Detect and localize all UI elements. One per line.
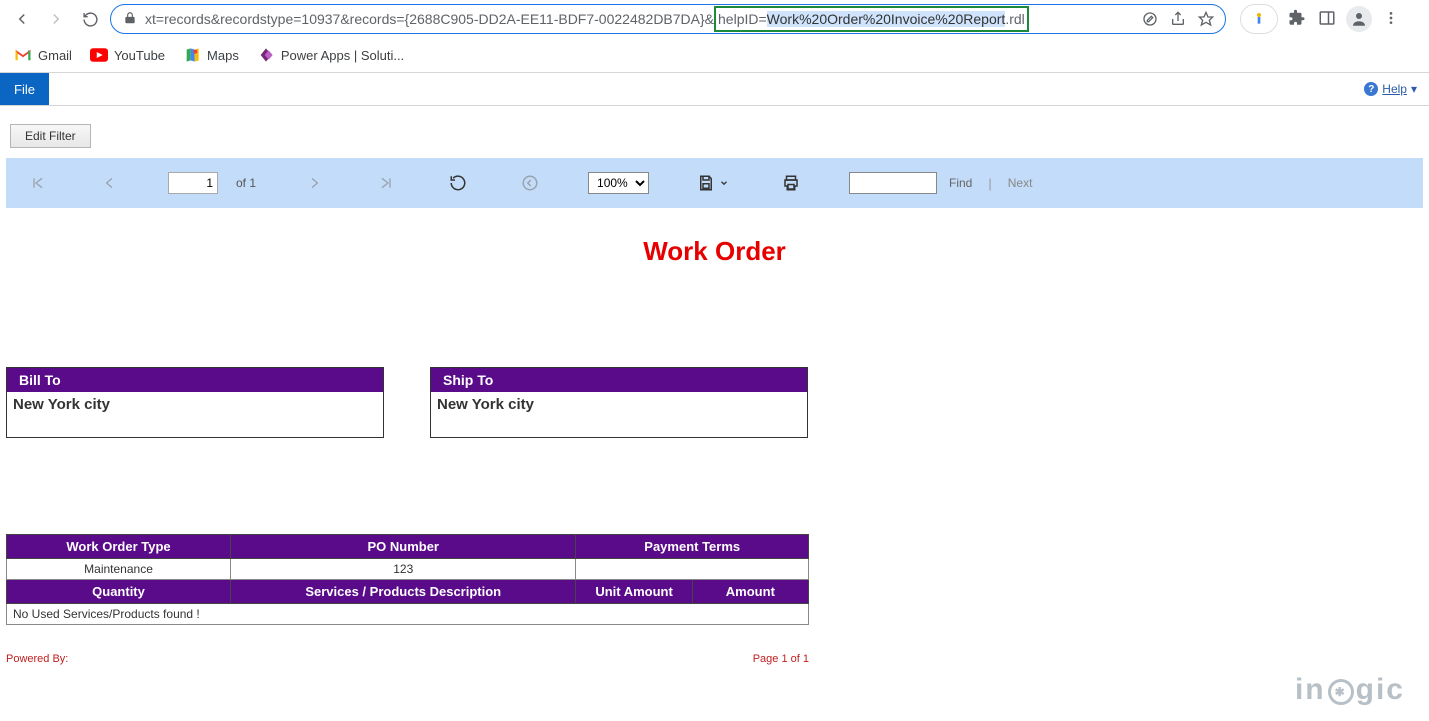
help-label: Help: [1382, 82, 1407, 96]
find-input[interactable]: [849, 172, 937, 194]
ship-to-value: New York city: [431, 392, 807, 437]
chevron-down-icon: ▾: [1411, 82, 1417, 96]
col-ponum: PO Number: [231, 535, 576, 559]
url-selected-text: Work%20Order%20Invoice%20Report: [767, 11, 1006, 27]
col-amount: Amount: [692, 580, 808, 604]
page-number-input[interactable]: [168, 172, 218, 194]
bookmark-gmail[interactable]: Gmail: [14, 46, 72, 64]
back-button[interactable]: [8, 5, 36, 33]
page-info-label: Page 1 of 1: [753, 653, 809, 665]
bookmark-youtube[interactable]: YouTube: [90, 46, 165, 64]
powerapps-icon: [257, 46, 275, 64]
ship-to-box: Ship To New York city: [430, 367, 808, 438]
page-of-label: of 1: [236, 176, 256, 190]
first-page-button[interactable]: [24, 169, 52, 197]
col-desc: Services / Products Description: [231, 580, 576, 604]
logo-text-post: gic: [1356, 673, 1405, 707]
no-items-cell: No Used Services/Products found !: [7, 604, 809, 625]
cell-ponum: 123: [231, 559, 576, 580]
back-to-parent-button[interactable]: [516, 169, 544, 197]
browser-right-controls: [1240, 4, 1402, 34]
save-export-button[interactable]: [693, 169, 733, 197]
col-terms: Payment Terms: [576, 535, 809, 559]
bookmark-maps[interactable]: Maps: [183, 46, 239, 64]
url-highlight-box: helpID= Work%20Order%20Invoice%20Report …: [714, 6, 1029, 32]
bill-to-header: Bill To: [7, 368, 383, 392]
find-divider: |: [988, 176, 991, 191]
help-icon: ?: [1364, 82, 1378, 96]
inogic-watermark: in ✱ gic: [1295, 673, 1405, 707]
powered-by-label: Powered By:: [6, 653, 68, 665]
logo-text-pre: in: [1295, 673, 1326, 707]
help-menu[interactable]: ? Help ▾: [1352, 73, 1429, 105]
extension-pill[interactable]: [1240, 4, 1278, 34]
share-icon[interactable]: [1169, 10, 1187, 28]
url-text: xt=records&recordstype=10937&records={26…: [145, 6, 1135, 32]
table-row: Maintenance 123: [7, 559, 809, 580]
col-qty: Quantity: [7, 580, 231, 604]
find-button[interactable]: Find: [949, 176, 972, 190]
browser-toolbar: xt=records&recordstype=10937&records={26…: [0, 0, 1429, 38]
omnibox-actions: [1135, 10, 1215, 28]
edit-filter-button[interactable]: Edit Filter: [10, 124, 91, 148]
url-suffix: .rdl: [1005, 11, 1024, 27]
filter-area: Edit Filter: [0, 106, 1429, 158]
bookmark-label: Maps: [207, 48, 239, 63]
bookmark-powerapps[interactable]: Power Apps | Soluti...: [257, 46, 404, 64]
bill-to-box: Bill To New York city: [6, 367, 384, 438]
url-prefix: xt=records&recordstype=10937&records={26…: [145, 11, 714, 27]
gmail-icon: [14, 46, 32, 64]
bookmarks-bar: Gmail YouTube Maps Power Apps | Soluti..…: [0, 38, 1429, 72]
table-row-noitems: No Used Services/Products found !: [7, 604, 809, 625]
lock-icon: [123, 11, 137, 28]
youtube-icon: [90, 46, 108, 64]
logo-o-icon: ✱: [1328, 679, 1354, 705]
work-order-table: Work Order Type PO Number Payment Terms …: [6, 534, 809, 625]
bookmark-label: Power Apps | Soluti...: [281, 48, 404, 63]
find-next-button[interactable]: Next: [1008, 176, 1033, 190]
cell-wotype: Maintenance: [7, 559, 231, 580]
address-bar[interactable]: xt=records&recordstype=10937&records={26…: [110, 4, 1226, 34]
bookmark-label: Gmail: [38, 48, 72, 63]
report-title: Work Order: [6, 236, 1423, 267]
refresh-button[interactable]: [444, 169, 472, 197]
print-button[interactable]: [777, 169, 805, 197]
maps-icon: [183, 46, 201, 64]
table-header-row-1: Work Order Type PO Number Payment Terms: [7, 535, 809, 559]
report-footer: Powered By: Page 1 of 1: [6, 653, 809, 665]
profile-avatar[interactable]: [1346, 6, 1372, 32]
col-wotype: Work Order Type: [7, 535, 231, 559]
bookmark-label: YouTube: [114, 48, 165, 63]
edit-url-icon[interactable]: [1141, 10, 1159, 28]
extensions-icon[interactable]: [1286, 9, 1308, 30]
zoom-select[interactable]: 100%: [588, 172, 649, 194]
next-page-button[interactable]: [300, 169, 328, 197]
bill-to-value: New York city: [7, 392, 383, 437]
file-menu[interactable]: File: [0, 73, 49, 105]
report-viewport: Work Order Bill To New York city Ship To…: [6, 208, 1423, 678]
reload-button[interactable]: [76, 5, 104, 33]
last-page-button[interactable]: [372, 169, 400, 197]
prev-page-button[interactable]: [96, 169, 124, 197]
col-unit: Unit Amount: [576, 580, 692, 604]
address-row: Bill To New York city Ship To New York c…: [6, 367, 1423, 438]
report-viewer-toolbar: of 1 100% Find | Next: [6, 158, 1423, 208]
table-header-row-2: Quantity Services / Products Description…: [7, 580, 809, 604]
bookmark-star-icon[interactable]: [1197, 10, 1215, 28]
cell-terms: [576, 559, 809, 580]
url-helpid-label: helpID=: [718, 11, 767, 27]
forward-button[interactable]: [42, 5, 70, 33]
ship-to-header: Ship To: [431, 368, 807, 392]
app-menu-bar: File ? Help ▾: [0, 72, 1429, 106]
side-panel-icon[interactable]: [1316, 9, 1338, 30]
report-scroll-area[interactable]: Work Order Bill To New York city Ship To…: [6, 208, 1423, 678]
chrome-menu-icon[interactable]: [1380, 10, 1402, 29]
